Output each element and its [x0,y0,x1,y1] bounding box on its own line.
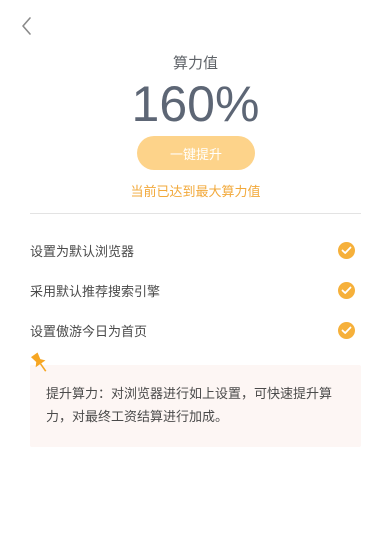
tip-box: 提升算力：对浏览器进行如上设置，可快速提升算力，对最终工资结算进行加成。 [30,365,361,447]
back-button[interactable] [17,14,39,38]
check-circle-icon [338,281,355,299]
task-homepage: 设置傲游今日为首页 [30,319,355,341]
score-title: 算力值 [172,54,218,72]
max-status-text: 当前已达到最大算力值 [130,185,261,200]
tip-text: 提升算力：对浏览器进行如上设置，可快速提升算力，对最终工资结算进行加成。 [46,387,333,425]
task-label: 设置为默认浏览器 [30,244,135,260]
score-value: 160% [131,76,260,132]
divider [30,213,361,214]
check-circle-icon [338,241,355,259]
task-default-browser: 设置为默认浏览器 [30,239,355,261]
task-default-search-engine: 采用默认推荐搜索引擎 [30,279,355,301]
task-label: 设置傲游今日为首页 [30,324,148,340]
check-circle-icon [338,321,355,339]
chevron-left-icon [22,17,31,35]
task-label: 采用默认推荐搜索引擎 [30,284,161,300]
compute-power-page: 算力值 160% 一键提升 当前已达到最大算力值 设置为默认浏览器 采用默认推荐… [0,0,391,537]
boost-button[interactable]: 一键提升 [137,136,255,170]
pushpin-icon [28,351,52,375]
